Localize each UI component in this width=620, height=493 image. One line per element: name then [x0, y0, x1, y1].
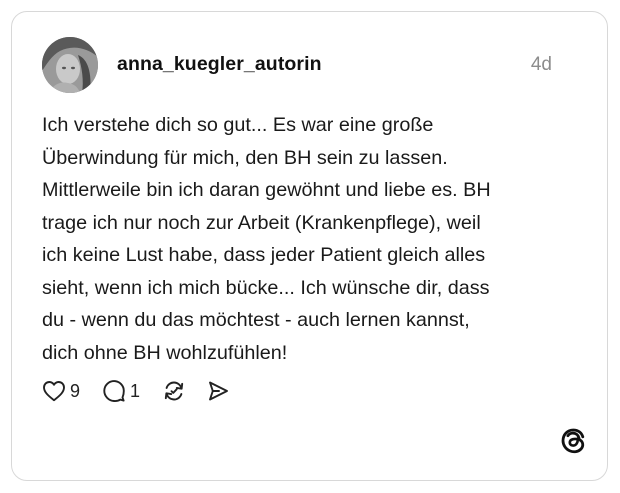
like-button[interactable]: 9	[42, 380, 80, 402]
post-text-line: sieht, wenn ich mich bücke... Ich wünsch…	[42, 276, 490, 299]
post-text-line: Überwindung für mich, den BH sein zu las…	[42, 146, 448, 169]
share-button[interactable]	[206, 379, 230, 403]
threads-post-card: anna_kuegler_autorin 4d Ich verstehe dic…	[11, 11, 608, 481]
post-text-line: ich keine Lust habe, dass jeder Patient …	[42, 244, 486, 266]
reply-count: 1	[130, 381, 141, 401]
post-text-line: Ich verstehe dich so gut... Es war eine …	[42, 114, 434, 136]
post-text: Ich verstehe dich so gut... Es war eine …	[42, 109, 582, 369]
post-text-line: dich ohne BH wohlzufühlen!	[42, 341, 288, 364]
repost-button[interactable]	[162, 379, 186, 403]
threads-logo-icon[interactable]	[559, 427, 587, 455]
reply-button[interactable]: 1	[102, 379, 140, 403]
post-text-line: trage ich nur noch zur Arbeit (Krankenpf…	[42, 211, 481, 234]
post-text-line: Mittlerweile bin ich daran gewöhnt und l…	[42, 179, 491, 201]
like-count: 9	[70, 381, 81, 401]
post-text-line: du - wenn du das möchtest - auch lernen …	[42, 309, 470, 331]
repost-icon	[164, 381, 184, 401]
comment-icon	[103, 380, 125, 402]
avatar[interactable]	[42, 37, 98, 93]
heart-icon	[43, 381, 65, 402]
send-icon	[209, 381, 228, 401]
post-time: 4d	[530, 54, 552, 75]
username[interactable]: anna_kuegler_autorin	[117, 52, 322, 76]
action-bar: 9 1	[42, 376, 230, 406]
